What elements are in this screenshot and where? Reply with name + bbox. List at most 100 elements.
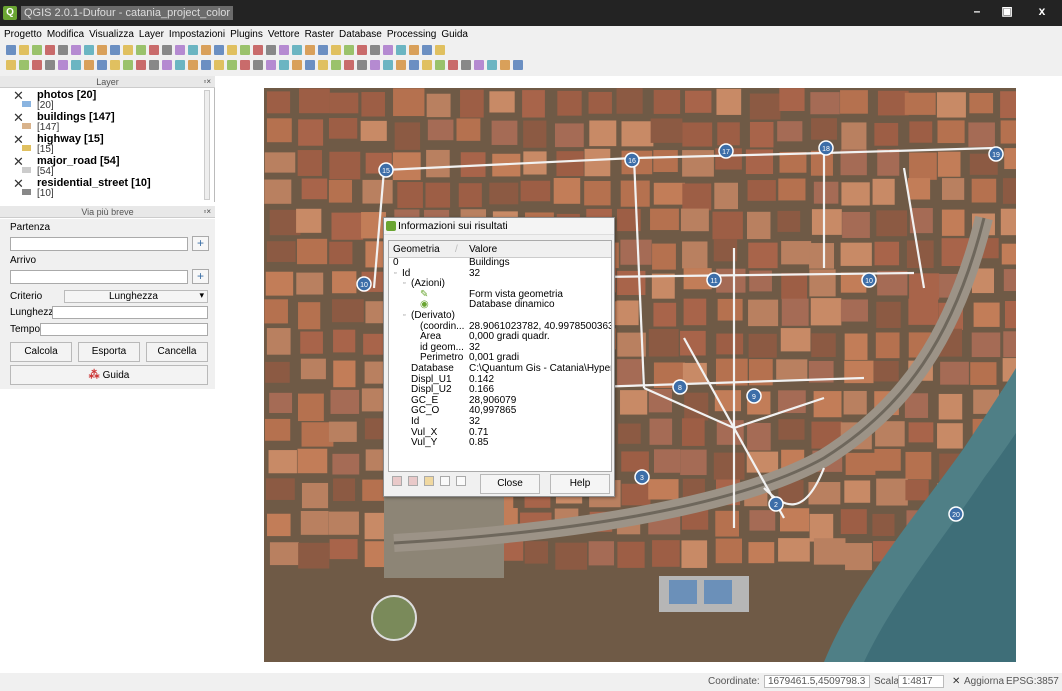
building-block[interactable] bbox=[557, 90, 582, 116]
export-button[interactable]: Esporta bbox=[78, 342, 140, 362]
menu-item-impostazioni[interactable]: Impostazioni bbox=[169, 29, 225, 40]
toolbar-button-icon[interactable] bbox=[71, 59, 81, 70]
building-block[interactable] bbox=[269, 542, 299, 566]
building-block[interactable] bbox=[749, 510, 776, 531]
tree-expander-icon[interactable]: ▫ bbox=[394, 269, 396, 280]
building-block[interactable] bbox=[653, 150, 678, 173]
toolbar-button-icon[interactable] bbox=[370, 44, 380, 55]
building-block[interactable] bbox=[748, 542, 775, 564]
building-block[interactable] bbox=[426, 93, 451, 118]
building-block[interactable] bbox=[968, 122, 995, 147]
building-block[interactable] bbox=[397, 182, 423, 208]
toolbar-button-icon[interactable] bbox=[409, 59, 419, 70]
building-block[interactable] bbox=[618, 423, 641, 444]
toolbar-button-icon[interactable] bbox=[318, 59, 328, 70]
building-block[interactable] bbox=[328, 179, 353, 203]
toolbar-button-icon[interactable] bbox=[461, 59, 471, 70]
menu-item-processing[interactable]: Processing bbox=[387, 29, 436, 40]
building-block[interactable] bbox=[876, 478, 908, 506]
building-block[interactable] bbox=[682, 150, 714, 177]
toolbar-button-icon[interactable] bbox=[45, 44, 55, 55]
building-block[interactable] bbox=[332, 299, 364, 323]
building-block[interactable] bbox=[1000, 208, 1016, 236]
toolbar-button-icon[interactable] bbox=[474, 59, 484, 70]
building-block[interactable] bbox=[748, 299, 779, 327]
building-block[interactable] bbox=[616, 270, 646, 295]
toolbar-button-icon[interactable] bbox=[305, 44, 315, 55]
toolbar-button-icon[interactable] bbox=[357, 59, 367, 70]
building-block[interactable] bbox=[811, 333, 836, 357]
building-block[interactable] bbox=[873, 360, 899, 382]
building-block[interactable] bbox=[427, 119, 454, 141]
building-block[interactable] bbox=[333, 478, 356, 502]
building-block[interactable] bbox=[392, 152, 421, 181]
tree-expander-icon[interactable]: ▫ bbox=[403, 311, 405, 322]
toolbar-button-icon[interactable] bbox=[318, 44, 328, 55]
menu-item-modifica[interactable]: Modifica bbox=[47, 29, 84, 40]
column-header-geometry[interactable]: Geometria bbox=[393, 241, 440, 258]
building-block[interactable] bbox=[460, 89, 484, 118]
building-block[interactable] bbox=[616, 88, 643, 114]
map-canvas[interactable]: 15161718191011108932120 bbox=[264, 88, 1016, 662]
building-block[interactable] bbox=[745, 149, 774, 175]
building-block[interactable] bbox=[648, 479, 679, 500]
calculate-button[interactable]: Calcola bbox=[10, 342, 72, 362]
help-button[interactable]: ⁂ Guida bbox=[10, 365, 208, 385]
building-block[interactable] bbox=[621, 121, 654, 147]
building-block[interactable] bbox=[841, 182, 870, 206]
layer-item[interactable]: ✕ major_road [54] [54] bbox=[0, 154, 214, 177]
building-block[interactable] bbox=[298, 119, 324, 146]
building-block[interactable] bbox=[266, 328, 291, 355]
toolbar-button-icon[interactable] bbox=[6, 44, 16, 55]
building-block[interactable] bbox=[936, 92, 966, 118]
building-block[interactable] bbox=[620, 239, 652, 265]
results-tree[interactable]: Geometria / Valore ▫0Buildings▫Id32▫(Azi… bbox=[388, 240, 612, 472]
building-block[interactable] bbox=[649, 418, 673, 445]
building-block[interactable] bbox=[264, 299, 288, 324]
menu-item-vettore[interactable]: Vettore bbox=[268, 29, 300, 40]
building-block[interactable] bbox=[682, 122, 713, 147]
building-block[interactable] bbox=[874, 448, 901, 471]
toolbar-button-icon[interactable] bbox=[487, 59, 497, 70]
building-block[interactable] bbox=[268, 450, 297, 474]
toolbar-button-icon[interactable] bbox=[500, 59, 510, 70]
toolbar-button-icon[interactable] bbox=[136, 44, 146, 55]
toolbar-button-icon[interactable] bbox=[58, 59, 68, 70]
building-block[interactable] bbox=[426, 149, 450, 178]
building-block[interactable] bbox=[970, 362, 997, 385]
print-icon[interactable] bbox=[456, 476, 466, 486]
time-field[interactable] bbox=[40, 323, 208, 336]
building-block[interactable] bbox=[523, 120, 547, 148]
building-block[interactable] bbox=[297, 448, 328, 474]
building-block[interactable] bbox=[874, 122, 899, 146]
building-block[interactable] bbox=[331, 212, 364, 240]
building-block[interactable] bbox=[716, 88, 742, 115]
building-block[interactable] bbox=[780, 328, 811, 352]
building-block[interactable] bbox=[1003, 331, 1016, 358]
toolbar-button-icon[interactable] bbox=[32, 44, 42, 55]
toolbar-button-icon[interactable] bbox=[344, 44, 354, 55]
toolbar-button-icon[interactable] bbox=[110, 44, 120, 55]
building-block[interactable] bbox=[777, 121, 803, 142]
building-block[interactable] bbox=[877, 90, 909, 116]
building-block[interactable] bbox=[360, 120, 387, 141]
building-block[interactable] bbox=[264, 418, 291, 441]
toolbar-button-icon[interactable] bbox=[6, 59, 16, 70]
toolbar-button-icon[interactable] bbox=[175, 44, 185, 55]
building-block[interactable] bbox=[328, 511, 359, 535]
toolbar-button-icon[interactable] bbox=[188, 44, 198, 55]
building-block[interactable] bbox=[393, 88, 425, 117]
building-block[interactable] bbox=[716, 420, 744, 445]
building-block[interactable] bbox=[653, 182, 686, 205]
layer-item[interactable]: ✕ buildings [147] [147] bbox=[0, 110, 214, 133]
expand-all-icon[interactable] bbox=[392, 476, 402, 486]
building-block[interactable] bbox=[266, 91, 291, 114]
toolbar-button-icon[interactable] bbox=[227, 44, 237, 55]
building-block[interactable] bbox=[780, 508, 810, 532]
toolbar-button-icon[interactable] bbox=[409, 44, 419, 55]
building-block[interactable] bbox=[937, 120, 965, 144]
result-row[interactable]: Vul_Y 0.85 bbox=[389, 437, 611, 449]
satellite-map[interactable]: 15161718191011108932120 bbox=[264, 88, 1016, 662]
toolbar-button-icon[interactable] bbox=[97, 44, 107, 55]
building-block[interactable] bbox=[876, 210, 908, 237]
